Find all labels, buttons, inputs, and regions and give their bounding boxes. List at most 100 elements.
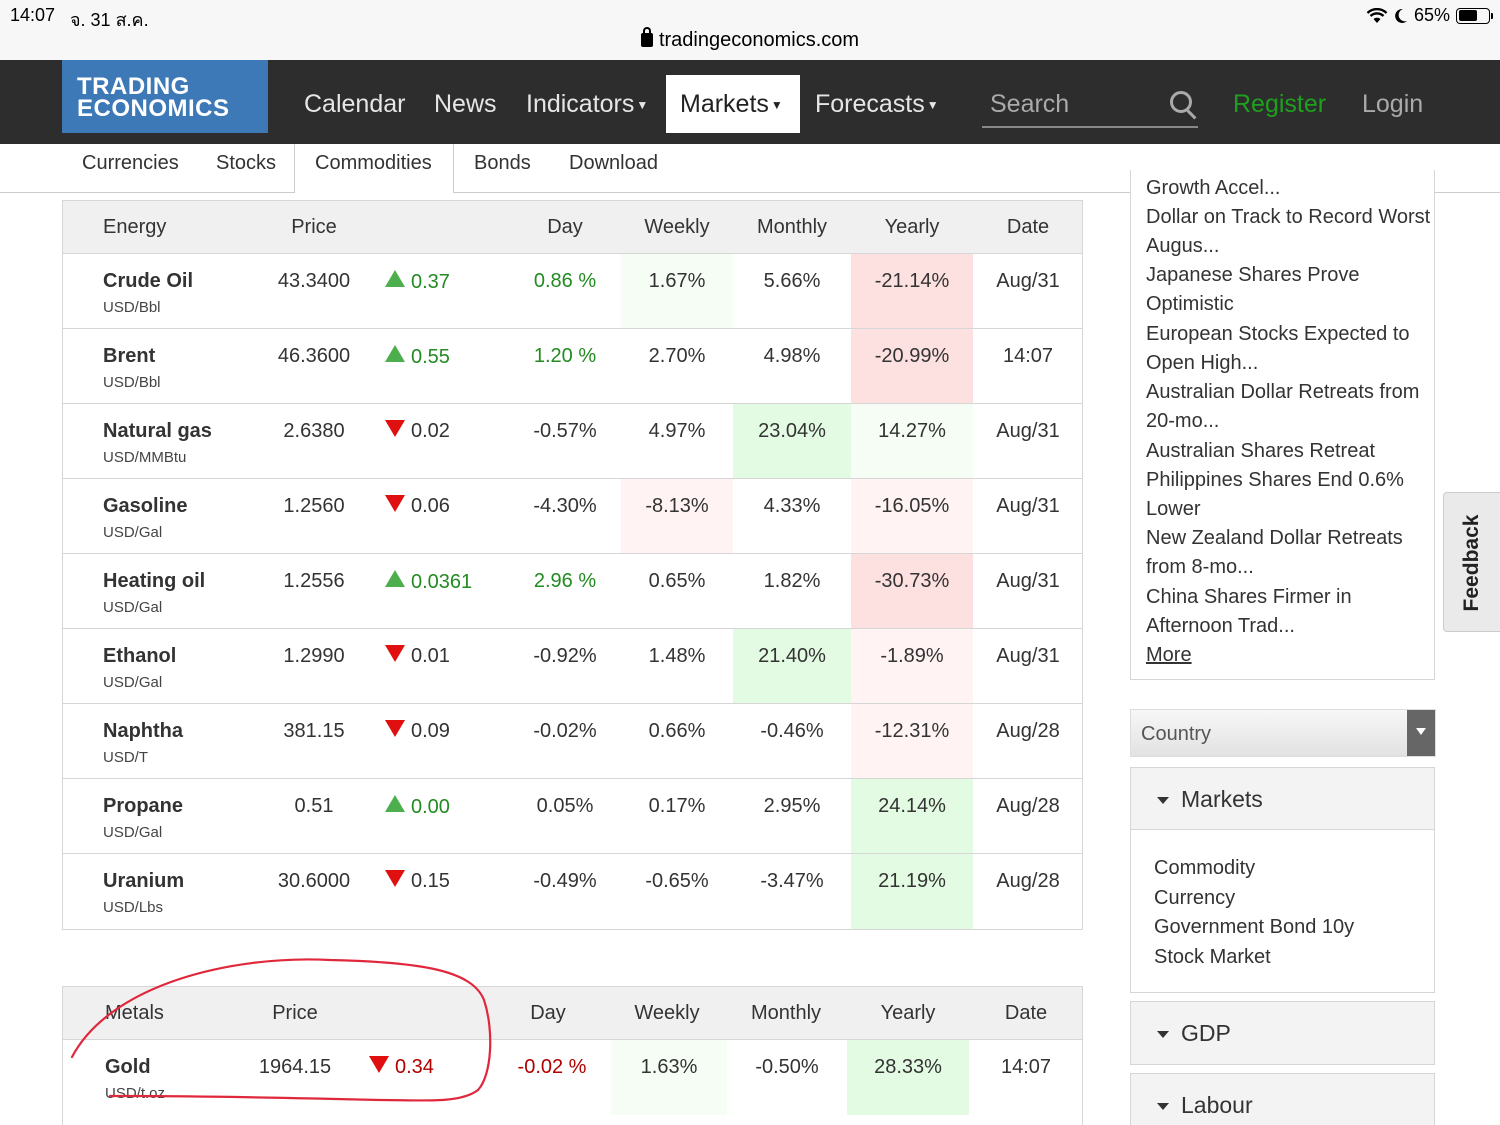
nav-news[interactable]: News (434, 90, 497, 119)
table-row[interactable]: Propane USD/Gal 0.51 0.00 0.05% 0.17% 2.95% 24.… (63, 779, 1082, 854)
table-row[interactable]: Naphtha USD/T 381.15 0.09 -0.02% 0.66% -0.46% -… (63, 704, 1082, 779)
header-energy[interactable]: Energy (103, 216, 166, 239)
change-value: 0.01 (411, 645, 450, 667)
logo[interactable]: TRADING ECONOMICS (62, 60, 268, 133)
search-input[interactable] (990, 90, 1160, 119)
table-row[interactable]: Uranium USD/Lbs 30.6000 0.15 -0.49% -0.65% -3.… (63, 854, 1082, 929)
date-value: 14:07 (1002, 345, 1054, 367)
panel-markets-header[interactable]: Markets (1131, 768, 1434, 830)
header-date[interactable]: Date (969, 1002, 1083, 1025)
panel-link-currency[interactable]: Currency (1154, 884, 1434, 914)
header-price[interactable]: Price (255, 216, 373, 239)
feedback-tab[interactable]: Feedback (1443, 492, 1500, 632)
price-cell: 1.2560 (255, 479, 373, 553)
nav-indicators-label: Indicators (526, 90, 635, 118)
address-bar[interactable]: tradingeconomics.com (0, 27, 1500, 52)
subnav-stocks[interactable]: Stocks (216, 152, 276, 175)
header-metals[interactable]: Metals (105, 1002, 164, 1025)
subnav-currencies[interactable]: Currencies (82, 152, 179, 175)
yearly-cell: -12.31% (851, 704, 973, 778)
news-item[interactable]: Japanese Shares Prove Optimistic (1146, 261, 1431, 319)
table-row[interactable]: Ethanol USD/Gal 1.2990 0.01 -0.92% 1.48% 21.40… (63, 629, 1082, 704)
country-select-label: Country (1141, 723, 1212, 745)
commodity-name[interactable]: Gold (105, 1056, 233, 1079)
monthly-value: 2.95% (763, 795, 821, 817)
monthly-value: -0.50% (755, 1056, 819, 1078)
nav-indicators[interactable]: Indicators ▼ (526, 90, 648, 119)
commodity-name[interactable]: Crude Oil (103, 270, 253, 293)
news-item[interactable]: New Zealand Dollar Retreats from 8-mo... (1146, 524, 1431, 582)
country-select[interactable]: Country (1130, 709, 1436, 757)
news-item[interactable]: European Stocks Expected to Open High... (1146, 320, 1431, 378)
login-link[interactable]: Login (1362, 90, 1423, 119)
header-monthly[interactable]: Monthly (733, 216, 851, 239)
search-icon[interactable] (1170, 91, 1192, 113)
header-day[interactable]: Day (493, 1002, 603, 1025)
table-row[interactable]: Heating oil USD/Gal 1.2556 0.0361 2.96 % 0.65… (63, 554, 1082, 629)
weekly-value: 1.63% (640, 1056, 698, 1078)
commodity-name[interactable]: Gasoline (103, 495, 253, 518)
news-more-link[interactable]: More (1146, 641, 1192, 670)
day-value: 2.96 % (533, 570, 597, 592)
day-cell: -0.02% (509, 704, 621, 778)
search-box (982, 86, 1198, 128)
table-row[interactable]: Gasoline USD/Gal 1.2560 0.06 -4.30% -8.13% 4.3… (63, 479, 1082, 554)
news-item[interactable]: Australian Dollar Retreats from 20-mo... (1146, 378, 1431, 436)
day-cell: 1.20 % (509, 329, 621, 403)
header-day[interactable]: Day (509, 216, 621, 239)
navbar: TRADING ECONOMICS Calendar News Indicato… (0, 60, 1500, 144)
status-right: 65% (1366, 5, 1493, 26)
news-item[interactable]: Australian Shares Retreat (1146, 437, 1431, 466)
commodity-name[interactable]: Naphtha (103, 720, 253, 743)
nav-markets[interactable]: Markets ▼ (666, 75, 800, 133)
commodity-name[interactable]: Natural gas (103, 420, 253, 443)
commodity-name-cell: Natural gas USD/MMBtu (103, 404, 253, 478)
panel-link-commodity[interactable]: Commodity (1154, 854, 1434, 884)
caret-down-icon: ▼ (770, 98, 783, 112)
header-monthly[interactable]: Monthly (727, 1002, 845, 1025)
table-row[interactable]: Gold USD/t.oz 1964.15 0.34 -0.02 % 1.63% -0.50… (63, 1040, 1082, 1115)
table-row[interactable]: Natural gas USD/MMBtu 2.6380 0.02 -0.57% 4.97… (63, 404, 1082, 479)
header-price[interactable]: Price (233, 1002, 357, 1025)
nav-forecasts[interactable]: Forecasts ▼ (815, 90, 939, 119)
commodity-unit: USD/Gal (103, 674, 163, 691)
commodity-name[interactable]: Uranium (103, 870, 253, 893)
news-item[interactable]: Dollar on Track to Record Worst Augus... (1146, 203, 1431, 261)
news-item[interactable]: China Shares Firmer in Afternoon Trad... (1146, 583, 1431, 641)
subnav-download[interactable]: Download (569, 152, 658, 175)
news-item[interactable]: Philippines Shares End 0.6% Lower (1146, 466, 1431, 524)
date-cell: 14:07 (969, 1040, 1083, 1115)
subnav-bonds[interactable]: Bonds (474, 152, 531, 175)
commodity-name[interactable]: Ethanol (103, 645, 253, 668)
table-row[interactable]: Crude Oil USD/Bbl 43.3400 0.37 0.86 % 1.67% 5.… (63, 254, 1082, 329)
news-item-partial[interactable]: Growth Accel... (1146, 174, 1431, 203)
header-date[interactable]: Date (973, 216, 1083, 239)
battery-icon (1456, 7, 1493, 24)
panel-link-stock-market[interactable]: Stock Market (1154, 943, 1434, 973)
arrow-up-icon (385, 270, 405, 287)
commodity-name[interactable]: Heating oil (103, 570, 253, 593)
day-value: -0.49% (533, 870, 597, 892)
panel-gdp-header[interactable]: GDP (1131, 1002, 1434, 1064)
panel-link-government-bond[interactable]: Government Bond 10y (1154, 913, 1434, 943)
header-weekly[interactable]: Weekly (611, 1002, 723, 1025)
header-yearly[interactable]: Yearly (847, 1002, 969, 1025)
panel-markets-body: Commodity Currency Government Bond 10y S… (1131, 830, 1434, 972)
day-value: 1.20 % (533, 345, 597, 367)
commodity-name[interactable]: Propane (103, 795, 253, 818)
yearly-cell: -1.89% (851, 629, 973, 703)
commodity-name-cell: Heating oil USD/Gal (103, 554, 253, 628)
table-row[interactable]: Brent USD/Bbl 46.3600 0.55 1.20 % 2.70% 4.98% -… (63, 329, 1082, 404)
header-yearly[interactable]: Yearly (851, 216, 973, 239)
register-link[interactable]: Register (1233, 90, 1326, 119)
date-cell: Aug/31 (973, 629, 1083, 703)
weekly-cell: 1.67% (621, 254, 733, 328)
header-weekly[interactable]: Weekly (621, 216, 733, 239)
date-cell: Aug/31 (973, 479, 1083, 553)
weekly-cell: -8.13% (621, 479, 733, 553)
nav-calendar[interactable]: Calendar (304, 90, 405, 119)
weekly-value: 2.70% (648, 345, 706, 367)
panel-labour-header[interactable]: Labour (1131, 1074, 1434, 1125)
subnav-commodities[interactable]: Commodities (294, 144, 454, 193)
commodity-name[interactable]: Brent (103, 345, 253, 368)
